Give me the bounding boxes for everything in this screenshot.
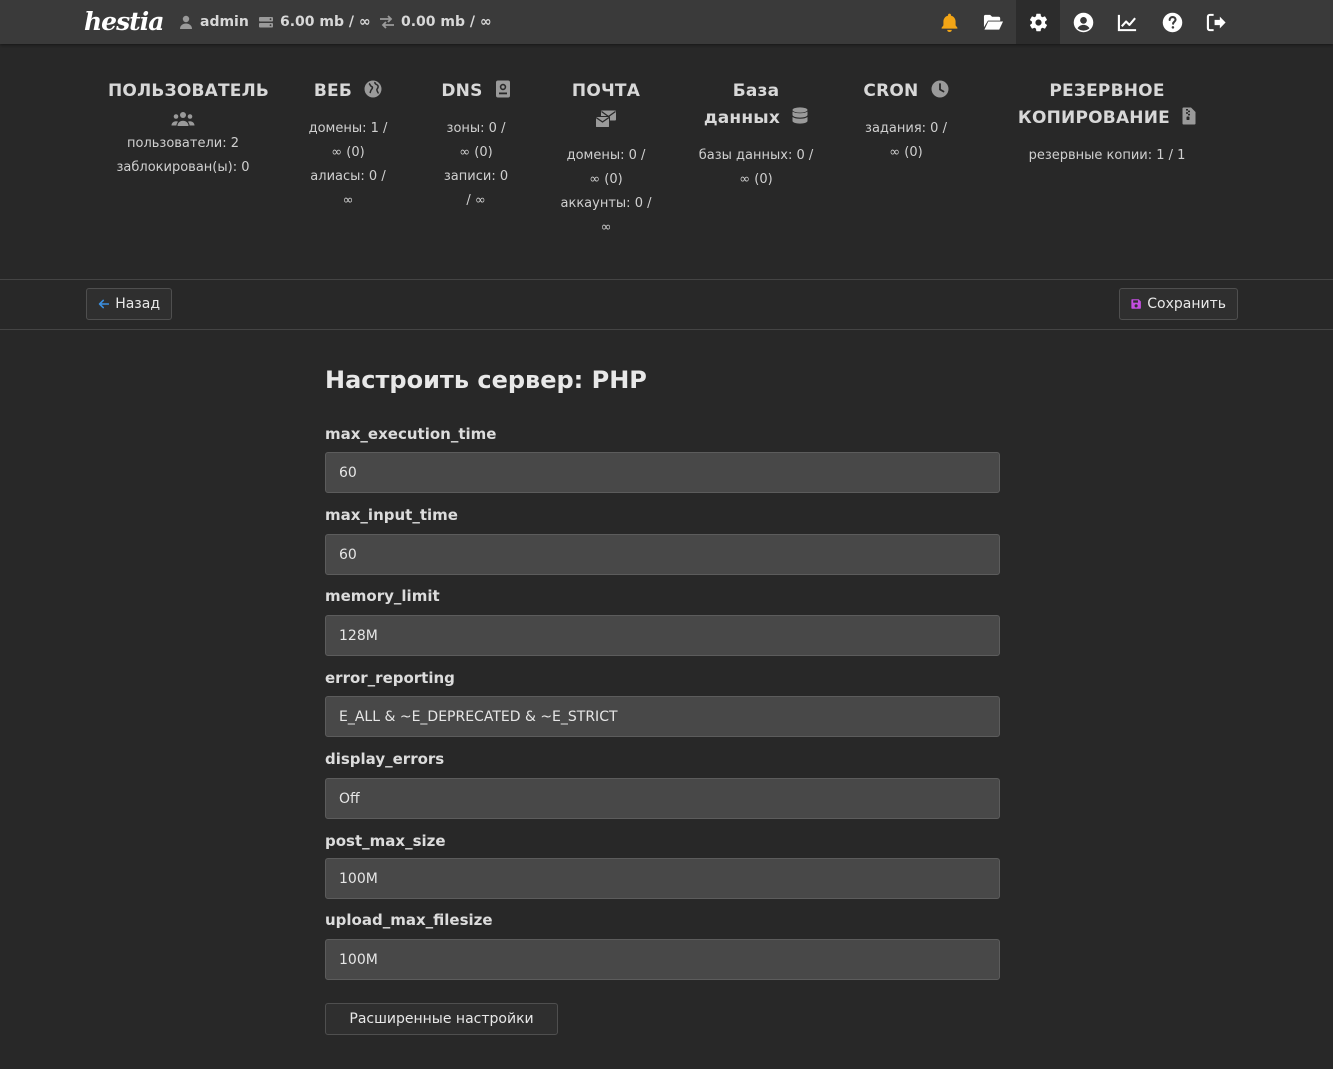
error-reporting-input[interactable] bbox=[325, 696, 1000, 737]
stats-mail-title: ПОЧТА bbox=[571, 81, 641, 101]
stats-web-line: алиасы: 0 / bbox=[310, 169, 386, 184]
exchange-icon bbox=[380, 15, 394, 29]
stats-cron[interactable]: CRON задания: 0 / ∞ (0) bbox=[856, 78, 956, 165]
stats-web-line: ∞ (0) bbox=[331, 145, 365, 160]
max-execution-time-input[interactable] bbox=[325, 452, 1000, 493]
max-input-time-label: max_input_time bbox=[325, 506, 458, 524]
logout-icon bbox=[1206, 13, 1226, 31]
stats-mail[interactable]: ПОЧТА домены: 0 / ∞ (0) аккаунты: 0 / ∞ bbox=[556, 78, 656, 240]
stats-backup-title-line1: РЕЗЕРВНОЕ bbox=[1049, 81, 1165, 101]
bandwidth-label: 0.00 mb / ∞ bbox=[401, 14, 492, 30]
display-errors-input[interactable] bbox=[325, 778, 1000, 819]
username-label: admin bbox=[200, 14, 249, 30]
file-manager-button[interactable] bbox=[971, 0, 1015, 44]
stats-mail-line: домены: 0 / bbox=[566, 148, 646, 163]
address-book-icon bbox=[495, 80, 510, 98]
arrow-left-icon bbox=[98, 299, 110, 309]
help-button[interactable] bbox=[1150, 0, 1194, 44]
post-max-size-label: post_max_size bbox=[325, 832, 446, 850]
display-errors-label: display_errors bbox=[325, 750, 445, 768]
stats-db-line: ∞ (0) bbox=[739, 172, 773, 187]
hdd-icon bbox=[259, 17, 273, 28]
stats-user-line: заблокирован(ы): 0 bbox=[116, 160, 250, 175]
max-execution-time-label: max_execution_time bbox=[325, 425, 497, 443]
user-circle-icon bbox=[1073, 12, 1093, 32]
stats-dns-line: записи: 0 bbox=[443, 169, 509, 184]
disk-usage-label: 6.00 mb / ∞ bbox=[280, 14, 371, 30]
gear-icon bbox=[1029, 13, 1047, 31]
stats-db[interactable]: База данных базы данных: 0 / ∞ (0) bbox=[696, 78, 816, 192]
users-icon bbox=[171, 111, 195, 126]
stats-web-line: ∞ bbox=[342, 193, 354, 208]
stats-mail-line: аккаунты: 0 / bbox=[560, 196, 652, 211]
database-icon bbox=[792, 107, 808, 124]
mail-bulk-icon bbox=[595, 110, 616, 128]
folder-open-icon bbox=[983, 14, 1003, 30]
save-icon bbox=[1131, 299, 1141, 309]
post-max-size-input[interactable] bbox=[325, 858, 1000, 899]
stats-user-title: ПОЛЬЗОВАТЕЛЬ bbox=[108, 81, 270, 101]
save-button[interactable]: Сохранить bbox=[1119, 288, 1238, 320]
stats-web-line: домены: 1 / bbox=[308, 121, 388, 136]
stats-mail-line: ∞ (0) bbox=[589, 172, 623, 187]
back-button[interactable]: Назад bbox=[86, 288, 172, 320]
back-button-label: Назад bbox=[115, 296, 160, 312]
memory-limit-label: memory_limit bbox=[325, 587, 440, 605]
memory-limit-input[interactable] bbox=[325, 615, 1000, 656]
stats-dns-title: DNS bbox=[441, 81, 483, 101]
file-archive-icon bbox=[1182, 107, 1196, 125]
server-settings-button[interactable] bbox=[1016, 0, 1060, 44]
page-title: Настроить сервер: PHP bbox=[325, 366, 647, 394]
save-button-label: Сохранить bbox=[1147, 296, 1226, 312]
upload-max-filesize-label: upload_max_filesize bbox=[325, 911, 493, 929]
notifications-button[interactable] bbox=[927, 0, 971, 44]
stats-db-title-line1: База bbox=[732, 81, 780, 101]
divider bbox=[0, 279, 1333, 280]
stats-cron-title: CRON bbox=[863, 81, 919, 101]
user-stat[interactable]: admin bbox=[178, 0, 249, 44]
globe-icon bbox=[364, 80, 382, 98]
bandwidth-stat: 0.00 mb / ∞ bbox=[379, 0, 492, 44]
stats-mail-line: ∞ bbox=[600, 220, 612, 235]
clock-icon bbox=[931, 80, 949, 98]
stats-db-title-line2: данных bbox=[703, 108, 781, 128]
advanced-settings-button[interactable]: Расширенные настройки bbox=[325, 1003, 558, 1035]
max-input-time-input[interactable] bbox=[325, 534, 1000, 575]
stats-backup-title-line2: КОПИРОВАНИЕ bbox=[1017, 108, 1170, 128]
disk-stat: 6.00 mb / ∞ bbox=[258, 0, 371, 44]
question-icon bbox=[1162, 12, 1182, 32]
divider bbox=[0, 329, 1333, 330]
stats-dns-line: ∞ (0) bbox=[459, 145, 493, 160]
hestia-logo[interactable]: hestia bbox=[84, 3, 164, 41]
profile-button[interactable] bbox=[1061, 0, 1105, 44]
stats-user[interactable]: ПОЛЬЗОВАТЕЛЬ пользователи: 2 заблокирова… bbox=[108, 78, 270, 180]
stats-web-title: ВЕБ bbox=[313, 81, 352, 101]
stats-backup-line: резервные копии: 1 / 1 bbox=[1028, 148, 1186, 163]
stats-backup[interactable]: РЕЗЕРВНОЕ КОПИРОВАНИЕ резервные копии: 1… bbox=[1017, 78, 1197, 168]
stats-db-line: базы данных: 0 / bbox=[698, 148, 814, 163]
bell-icon bbox=[941, 13, 957, 32]
stats-dns[interactable]: DNS зоны: 0 / ∞ (0) записи: 0 / ∞ bbox=[426, 78, 526, 213]
top-bar: hestia admin 6.00 mb / ∞ 0.00 mb / ∞ bbox=[0, 0, 1333, 44]
stats-cron-line: задания: 0 / bbox=[865, 121, 947, 136]
stats-cron-line: ∞ (0) bbox=[889, 145, 923, 160]
statistics-button[interactable] bbox=[1105, 0, 1149, 44]
stats-dns-line: зоны: 0 / bbox=[446, 121, 506, 136]
logout-button[interactable] bbox=[1194, 0, 1238, 44]
user-icon bbox=[180, 15, 192, 29]
upload-max-filesize-input[interactable] bbox=[325, 939, 1000, 980]
stats-dns-line: / ∞ bbox=[466, 193, 486, 208]
stats-user-line: пользователи: 2 bbox=[126, 136, 240, 151]
stats-web[interactable]: ВЕБ домены: 1 / ∞ (0) алиасы: 0 / ∞ bbox=[298, 78, 398, 213]
chart-line-icon bbox=[1117, 14, 1136, 31]
error-reporting-label: error_reporting bbox=[325, 669, 455, 687]
